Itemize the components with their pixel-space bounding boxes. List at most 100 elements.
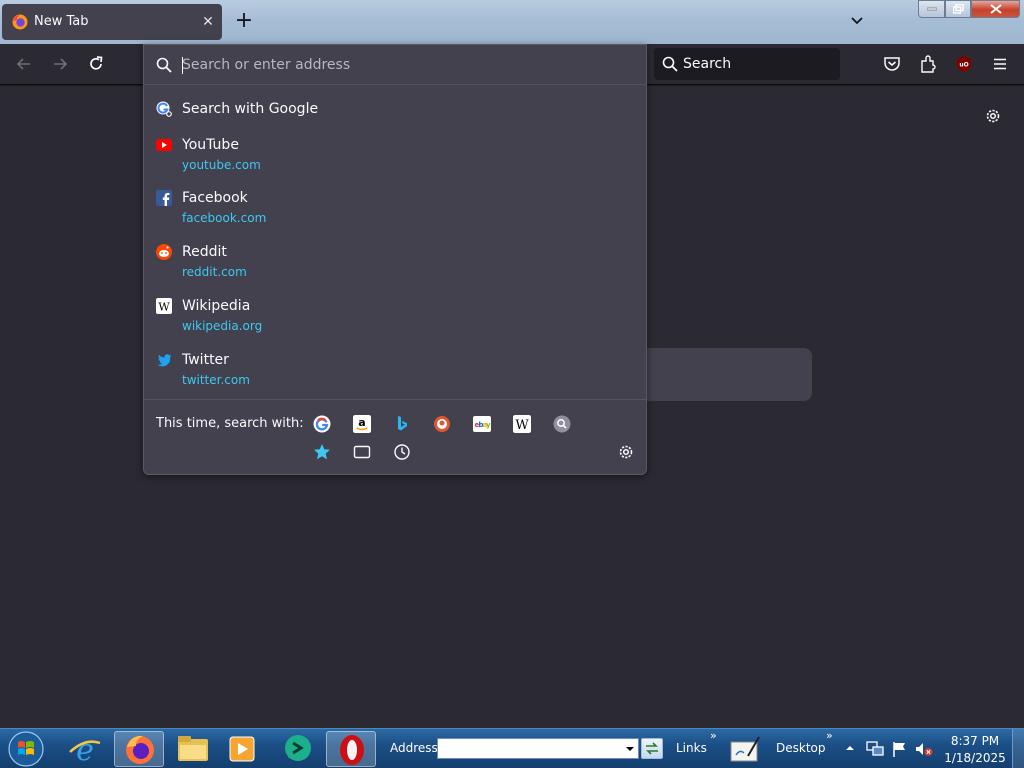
svg-text:y: y [486,421,491,429]
google-search-icon [156,101,172,117]
clock-time: 8:37 PM [950,734,1000,748]
suggestion-url: twitter.com [182,373,250,387]
url-input[interactable]: Search or enter address [144,45,646,85]
suggestion-facebook[interactable]: Facebook facebook.com [144,188,646,228]
bookmarks-star-icon[interactable] [313,443,331,461]
suggestion-reddit[interactable]: Reddit reddit.com [144,242,646,282]
facebook-icon [156,190,172,206]
file-explorer-icon [178,736,208,761]
svg-text:a: a [358,416,365,429]
close-icon [989,4,1002,14]
tab-new-tab[interactable]: New Tab ✕ [2,4,222,40]
svg-text:W: W [515,418,529,433]
menu-icon[interactable] [990,54,1010,74]
wikipedia-icon[interactable]: W [513,415,531,433]
history-icon[interactable] [393,443,411,461]
network-icon[interactable] [866,740,884,758]
search-bar-placeholder: Search [683,56,732,72]
action-center-flag-icon[interactable] [891,740,909,758]
reload-icon[interactable] [86,54,106,74]
taskbar-media-player[interactable] [218,731,268,767]
search-engine-icon[interactable] [553,415,571,433]
suggestion-title: Wikipedia [182,298,251,314]
suggestion-wikipedia[interactable]: W Wikipedia wikipedia.org [144,296,646,336]
suggestion-url: wikipedia.org [182,319,263,333]
taskbar-opera[interactable] [326,731,376,767]
amazon-icon[interactable]: a [353,415,371,433]
tab-title: New Tab [34,14,89,29]
start-orb-icon[interactable] [6,730,46,768]
desktop-note-icon[interactable] [728,733,762,765]
taskbar-chat-app[interactable] [272,731,322,767]
urlbar-results-panel: Search or enter address Search with Goog… [143,44,647,475]
pocket-icon[interactable] [882,54,902,74]
forward-arrow-icon[interactable] [50,54,70,74]
go-arrows-icon [646,742,658,755]
search-bar[interactable]: Search [654,48,840,80]
tab-close-icon[interactable]: ✕ [198,12,218,32]
links-chevron[interactable]: » [710,729,717,742]
internet-explorer-icon: e [69,733,101,768]
svg-text:uO: uO [959,62,968,69]
list-all-tabs-chevron-icon[interactable] [846,10,868,32]
wikipedia-icon: W [156,298,172,314]
taskbar-file-explorer[interactable] [168,731,218,767]
search-with-oneoff-label: This time, search with: [156,416,304,431]
suggestion-url: reddit.com [182,265,247,279]
suggestion-title: Facebook [182,190,248,206]
duckduckgo-icon[interactable] [433,415,451,433]
suggestion-title: YouTube [182,137,239,153]
gear-icon[interactable] [617,443,635,461]
restore-button[interactable] [945,0,971,18]
gear-icon[interactable] [984,107,1002,125]
minimize-button[interactable] [918,0,945,18]
svg-text:W: W [158,301,170,314]
system-clock[interactable]: 8:37 PM 1/18/2025 [940,733,1010,767]
new-tab-button[interactable]: + [234,10,254,32]
ebay-icon[interactable]: e b a y [473,415,491,433]
desktop-chevron[interactable]: » [826,729,833,742]
bing-icon[interactable] [393,415,411,433]
suggestion-title: Twitter [182,352,229,368]
search-icon [156,57,172,73]
window-controls [918,0,1020,19]
ublock-icon[interactable]: uO [954,54,974,74]
suggestion-url: youtube.com [182,158,261,172]
search-with-label: Search with Google [182,101,319,117]
clock-date: 1/18/2025 [944,751,1006,765]
suggestion-title: Reddit [182,244,227,260]
search-with-google-row[interactable]: Search with Google [144,97,646,121]
twitter-icon [157,354,172,367]
address-toolbar-label: Address [390,741,438,755]
tabs-icon[interactable] [353,443,371,461]
taskbar-address-input[interactable] [437,738,639,759]
desktop-toolbar-label[interactable]: Desktop [776,741,826,755]
opera-icon [340,735,364,765]
show-hidden-icons-icon[interactable] [845,743,855,753]
links-toolbar-label[interactable]: Links [676,741,707,755]
back-arrow-icon[interactable] [14,54,34,74]
google-icon[interactable] [313,415,331,433]
url-input-placeholder: Search or enter address [182,57,351,73]
search-icon [662,56,678,72]
firefox-icon [12,14,28,30]
youtube-icon [156,139,172,151]
taskbar-firefox[interactable] [114,731,164,767]
show-desktop-button[interactable] [1012,729,1024,768]
suggestion-youtube[interactable]: YouTube youtube.com [144,135,646,175]
close-window-button[interactable] [971,0,1020,18]
taskbar-internet-explorer[interactable]: e [60,731,110,768]
text-caret [182,57,183,74]
restore-icon [952,4,964,14]
reddit-icon [156,244,172,260]
firefox-icon [126,735,154,764]
dropdown-arrow-icon[interactable] [622,739,638,758]
media-player-icon [229,736,255,762]
suggestion-twitter[interactable]: Twitter twitter.com [144,350,646,390]
minimize-icon [926,7,937,11]
chat-app-icon [285,735,311,761]
volume-muted-icon[interactable] [914,740,934,758]
svg-text:e: e [76,733,94,767]
address-go-button[interactable] [641,738,663,759]
extensions-icon[interactable] [918,54,938,74]
